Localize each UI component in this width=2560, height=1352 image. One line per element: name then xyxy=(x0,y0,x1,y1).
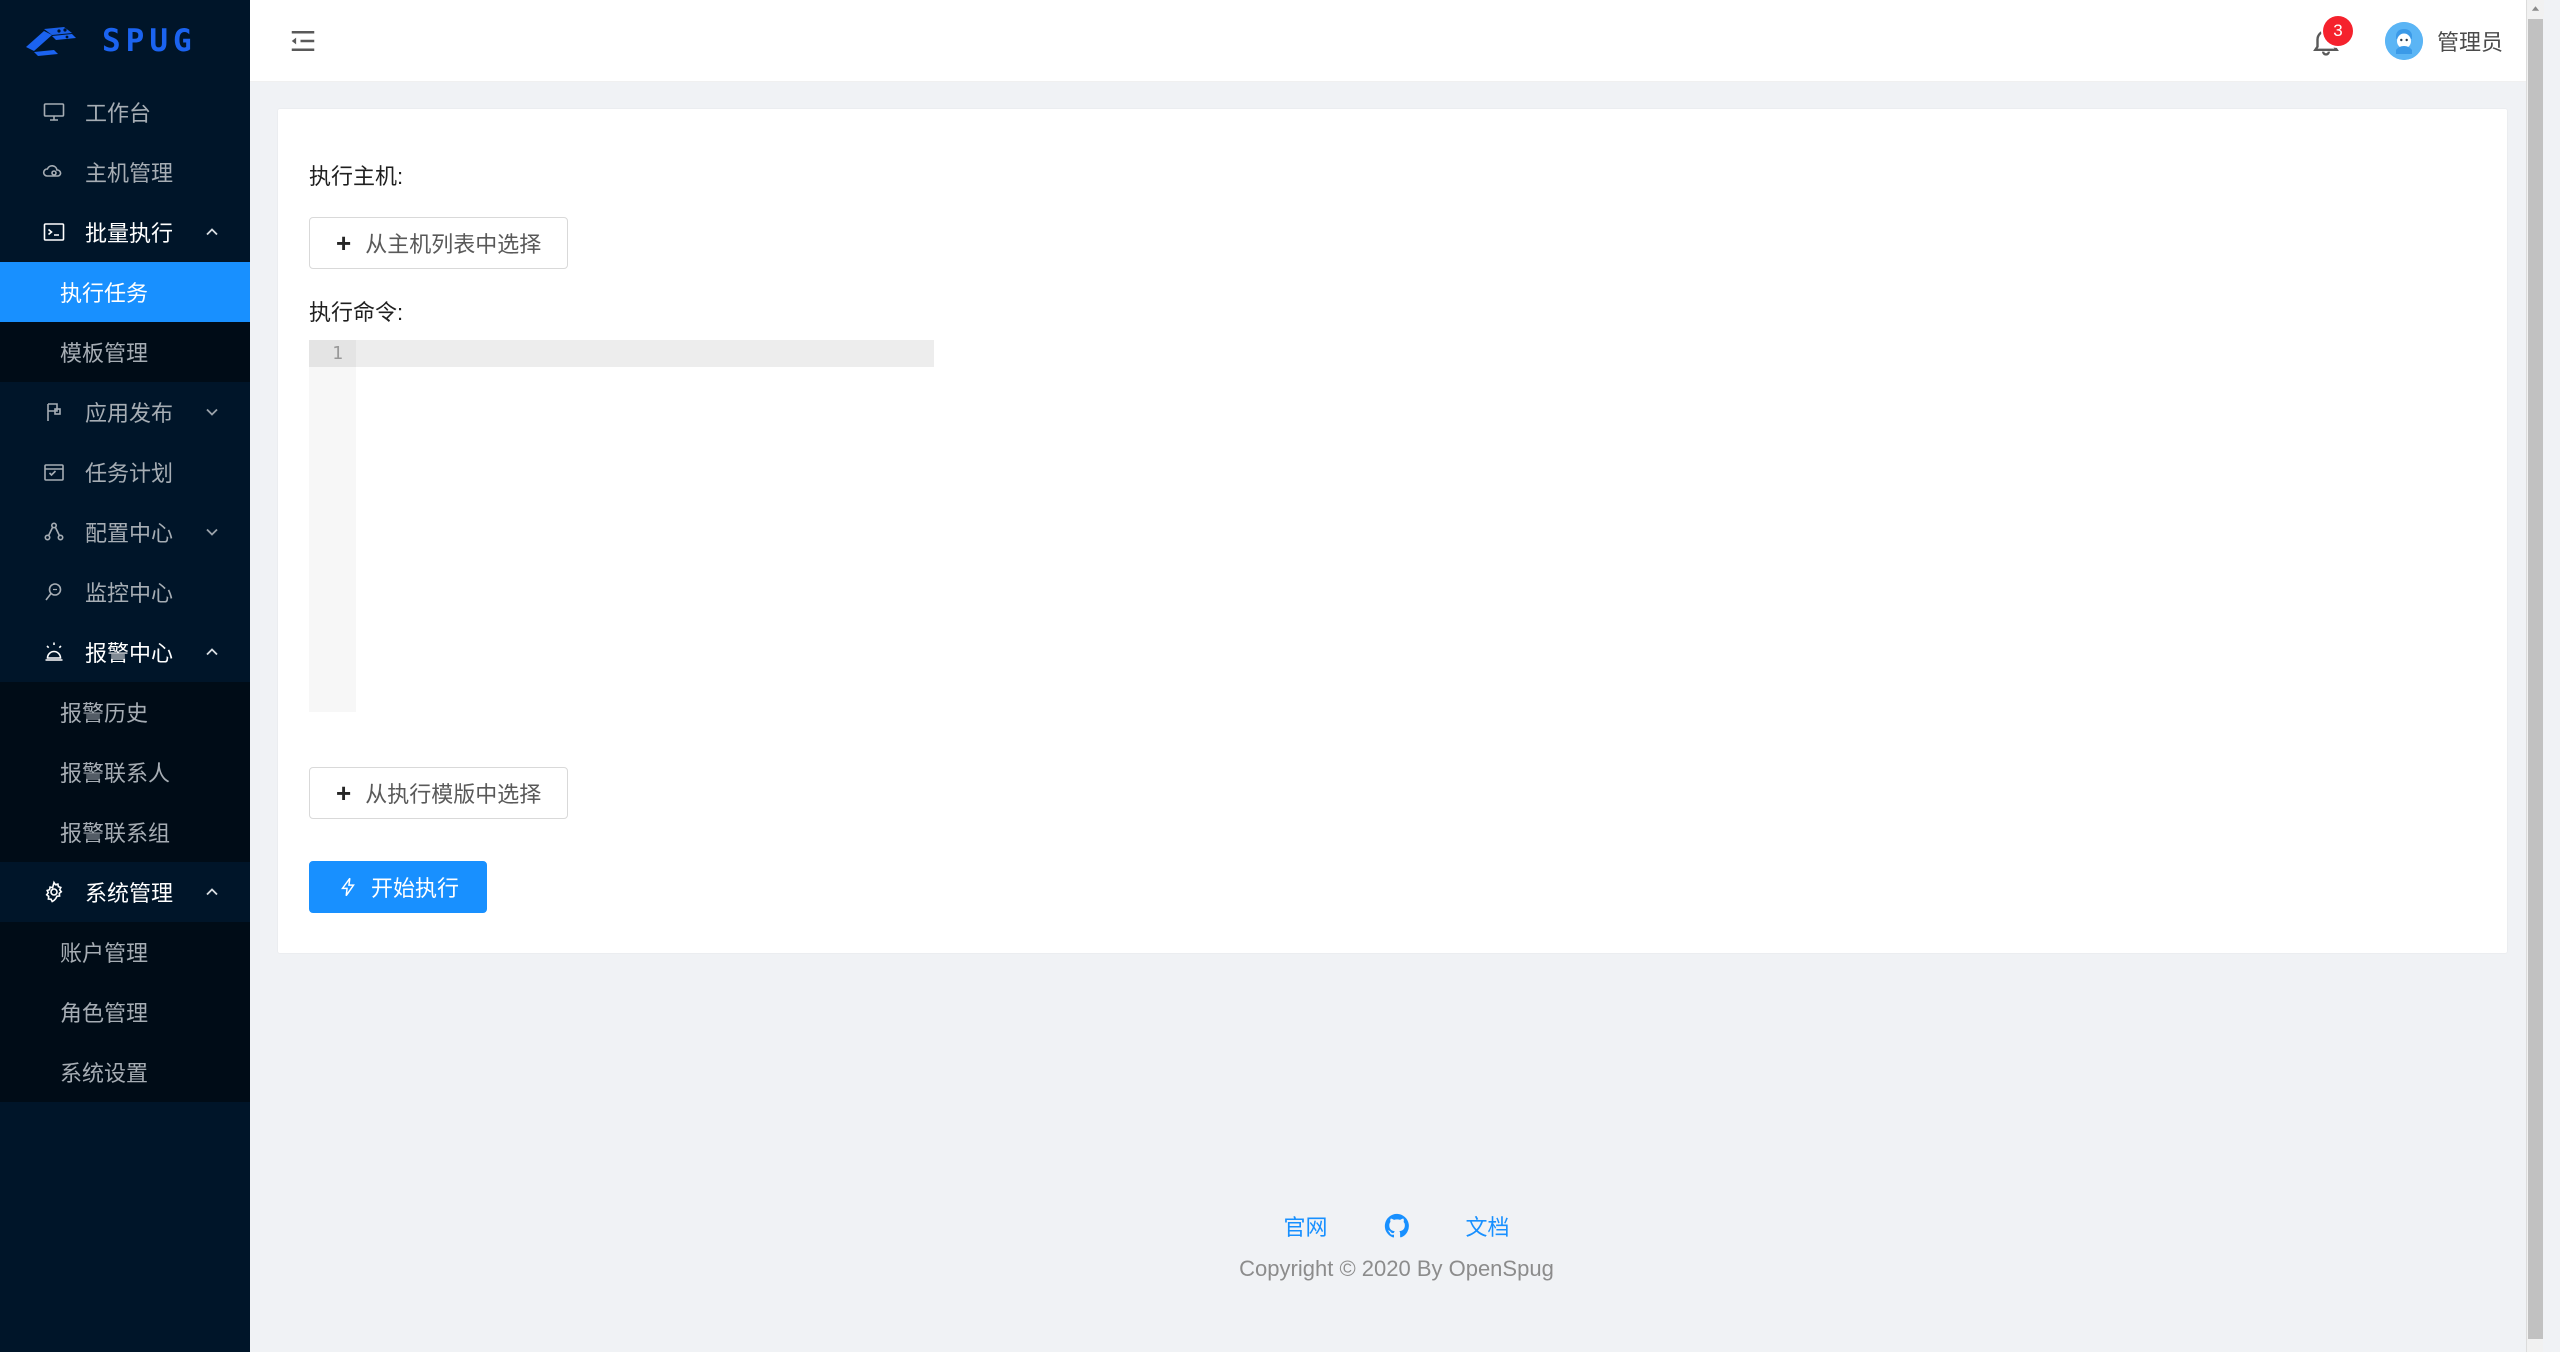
footer-copyright: Copyright © 2020 By OpenSpug xyxy=(1239,1256,1554,1281)
exec-task-card: 执行主机: + 从主机列表中选择 执行命令: 1 + 从执行模版中选择 开始执行 xyxy=(278,109,2507,953)
sidebar-item-label: 系统管理 xyxy=(85,881,174,906)
sidebar-menu: 工作台 主机管理 批量执行 执行任务 模板管理 应用发布 任务计划 配置中心 监… xyxy=(0,82,250,1102)
run-button-label: 开始执行 xyxy=(371,876,460,901)
select-template-button[interactable]: + 从执行模版中选择 xyxy=(309,767,569,819)
sidebar-item-label: 批量执行 xyxy=(85,221,174,246)
footer-links: 官网 文档 xyxy=(250,1210,2543,1242)
app-root: SPUG 工作台 主机管理 批量执行 执行任务 模板管理 应用发布 任务计划 配… xyxy=(0,0,2544,1352)
github-icon[interactable] xyxy=(1384,1213,1410,1239)
sidebar-group-batch-exec[interactable]: 批量执行 xyxy=(0,202,250,262)
menu-fold-icon[interactable] xyxy=(288,24,322,58)
flag-icon xyxy=(40,399,67,426)
sidebar-item-hosts[interactable]: 主机管理 xyxy=(0,142,250,202)
run-button[interactable]: 开始执行 xyxy=(309,861,488,913)
sidebar-item-alert-contact[interactable]: 报警联系人 xyxy=(0,742,250,802)
sidebar-group-alert-center[interactable]: 报警中心 xyxy=(0,622,250,682)
sidebar-item-monitor-center[interactable]: 监控中心 xyxy=(0,562,250,622)
submenu-item-label: 报警联系组 xyxy=(60,821,171,846)
submenu-item-label: 系统设置 xyxy=(60,1061,149,1086)
command-field-label: 执行命令: xyxy=(309,300,404,325)
scrollbar-up-arrow-icon[interactable] xyxy=(2527,0,2544,17)
notification-badge: 3 xyxy=(2322,15,2353,46)
editor-line-number: 1 xyxy=(309,340,356,367)
select-host-button[interactable]: + 从主机列表中选择 xyxy=(309,217,569,269)
chevron-up-icon xyxy=(202,642,222,662)
chevron-up-icon xyxy=(202,222,222,242)
content-area: 执行主机: + 从主机列表中选择 执行命令: 1 + 从执行模版中选择 开始执行… xyxy=(250,82,2543,1352)
sidebar-item-alert-history[interactable]: 报警历史 xyxy=(0,682,250,742)
spug-logo-icon xyxy=(22,21,84,61)
command-editor[interactable]: 1 xyxy=(309,340,2467,712)
console-icon xyxy=(40,219,67,246)
sidebar-item-role-manage[interactable]: 角色管理 xyxy=(0,982,250,1042)
footer-link-docs[interactable]: 文档 xyxy=(1466,1210,1510,1242)
page-footer: 官网 文档 Copyright © 2020 By OpenSpug xyxy=(250,1210,2543,1322)
chevron-down-icon xyxy=(202,402,222,422)
submenu-item-label: 角色管理 xyxy=(60,1001,149,1026)
select-host-button-label: 从主机列表中选择 xyxy=(365,232,542,257)
user-avatar-icon xyxy=(2384,21,2423,60)
user-menu[interactable]: 管理员 xyxy=(2384,21,2503,60)
submenu-item-label: 模板管理 xyxy=(60,341,149,366)
cluster-icon xyxy=(40,519,67,546)
submenu-batch-exec: 执行任务 模板管理 xyxy=(0,262,250,382)
editor-code-area[interactable] xyxy=(356,340,2467,712)
sidebar-group-app-release[interactable]: 应用发布 xyxy=(0,382,250,442)
main-region: 3 管理员 执行主机: + 从主机列表中选择 执行命令: 1 + 从执行模版中选… xyxy=(250,0,2543,1352)
sidebar-item-task-schedule[interactable]: 任务计划 xyxy=(0,442,250,502)
footer-link-official-site[interactable]: 官网 xyxy=(1283,1210,1327,1242)
sidebar-group-system-manage[interactable]: 系统管理 xyxy=(0,862,250,922)
search-monitor-icon xyxy=(40,579,67,606)
sidebar-item-account-manage[interactable]: 账户管理 xyxy=(0,922,250,982)
sidebar-item-label: 监控中心 xyxy=(85,581,174,606)
gear-icon xyxy=(40,879,67,906)
top-header: 3 管理员 xyxy=(250,0,2543,82)
thunderbolt-icon xyxy=(337,876,359,898)
submenu-item-label: 报警历史 xyxy=(60,701,149,726)
sidebar-item-exec-task[interactable]: 执行任务 xyxy=(0,262,250,322)
sidebar-group-config-center[interactable]: 配置中心 xyxy=(0,502,250,562)
cloud-server-icon xyxy=(40,159,67,186)
submenu-system-manage: 账户管理 角色管理 系统设置 xyxy=(0,922,250,1102)
chevron-down-icon xyxy=(202,522,222,542)
sidebar-item-label: 报警中心 xyxy=(85,641,174,666)
sidebar-item-template-manage[interactable]: 模板管理 xyxy=(0,322,250,382)
submenu-item-label: 执行任务 xyxy=(60,281,149,306)
sidebar-item-workbench[interactable]: 工作台 xyxy=(0,82,250,142)
brand-logo[interactable]: SPUG xyxy=(0,0,250,82)
calendar-icon xyxy=(40,459,67,486)
select-template-button-label: 从执行模版中选择 xyxy=(365,782,542,807)
sidebar-item-label: 工作台 xyxy=(85,101,152,126)
notification-bell[interactable]: 3 xyxy=(2309,15,2353,58)
sidebar-item-system-settings[interactable]: 系统设置 xyxy=(0,1042,250,1102)
scrollbar-thumb[interactable] xyxy=(2528,19,2543,1339)
sidebar-item-label: 应用发布 xyxy=(85,401,174,426)
plus-icon: + xyxy=(336,778,352,808)
editor-active-line-highlight xyxy=(356,340,934,367)
sidebar-item-label: 任务计划 xyxy=(85,461,174,486)
submenu-item-label: 报警联系人 xyxy=(60,761,171,786)
editor-gutter: 1 xyxy=(309,340,356,712)
header-actions: 3 管理员 xyxy=(2309,15,2503,60)
submenu-alert-center: 报警历史 报警联系人 报警联系组 xyxy=(0,682,250,862)
sidebar-item-alert-group[interactable]: 报警联系组 xyxy=(0,802,250,862)
brand-name: SPUG xyxy=(102,23,197,59)
sidebar-item-label: 主机管理 xyxy=(85,161,174,186)
sidebar-item-label: 配置中心 xyxy=(85,521,174,546)
host-field-label: 执行主机: xyxy=(309,164,404,189)
desktop-icon xyxy=(40,99,67,126)
alert-icon xyxy=(40,639,67,666)
plus-icon: + xyxy=(336,228,352,258)
user-name-label: 管理员 xyxy=(2436,29,2503,55)
chevron-up-icon xyxy=(202,882,222,902)
submenu-item-label: 账户管理 xyxy=(60,941,149,966)
page-scrollbar[interactable] xyxy=(2526,0,2544,1352)
sidebar: SPUG 工作台 主机管理 批量执行 执行任务 模板管理 应用发布 任务计划 配… xyxy=(0,0,250,1352)
